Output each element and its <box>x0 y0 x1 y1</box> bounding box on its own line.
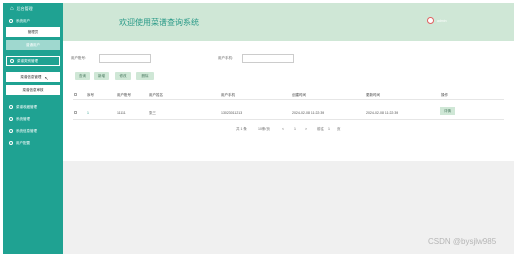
current-page[interactable]: 1 <box>294 127 296 131</box>
sidebar-item-user-config[interactable]: 用户配置 <box>3 137 63 149</box>
sidebar-item-recipe-review[interactable]: 菜谱信息审核 <box>6 85 60 95</box>
settings-icon <box>9 141 13 145</box>
sidebar-item-system-info[interactable]: 系统信息管理 <box>3 125 63 137</box>
sidebar-item-label: 菜谱信息管理 <box>20 74 42 79</box>
page-unit-label: 页 <box>337 127 341 131</box>
sidebar-item-label: 系统用户 <box>16 18 30 23</box>
edit-button[interactable]: 修改 <box>115 72 131 80</box>
sidebar-item-label: 用户配置 <box>16 140 30 145</box>
table-header-index: 序号 <box>87 93 94 97</box>
top-header: 欢迎使用菜谱查询系统 admin <box>63 3 514 41</box>
info-icon <box>9 129 13 133</box>
sidebar-item-favorites[interactable]: 菜谱收藏管理 <box>3 101 63 113</box>
cell-phone: 13023011213 <box>221 111 243 115</box>
home-icon: ⌂ <box>10 6 14 12</box>
next-page-button[interactable]: > <box>305 127 307 131</box>
table-header-name: 用户姓名 <box>149 93 163 97</box>
category-icon <box>10 59 14 63</box>
sidebar-item-label: 菜谱收藏管理 <box>16 104 37 109</box>
sidebar-item-recipe-manage[interactable]: 菜谱信息管理 ↖ <box>6 72 60 82</box>
gear-icon <box>9 117 13 121</box>
page-title: 欢迎使用菜谱查询系统 <box>119 18 199 27</box>
main-content: 用户账号: 用户手机: 查询 新增 修改 删除 序号 用户账号 用户姓名 用户手… <box>63 41 514 161</box>
detail-button[interactable]: 详情 <box>440 107 455 115</box>
prev-page-button[interactable]: < <box>282 127 284 131</box>
cell-name: 张三 <box>149 111 156 115</box>
watermark: CSDN @bysjlw985 <box>428 237 497 246</box>
sidebar-item-label: 系统信息管理 <box>16 128 37 133</box>
avatar[interactable] <box>427 17 434 24</box>
goto-label: 前往 <box>317 127 324 131</box>
phone-filter-input[interactable] <box>242 54 294 63</box>
table-header-divider <box>73 99 504 100</box>
sidebar-item-admin[interactable]: 管理员 <box>6 27 60 37</box>
table-header-updated[interactable]: 更新时间 <box>366 93 380 98</box>
sidebar-item-label: 系统管理 <box>16 116 30 121</box>
sidebar-item-label: 菜谱类别管理 <box>17 58 38 63</box>
goto-page-input[interactable]: 1 <box>328 127 330 131</box>
sidebar-item-system[interactable]: 系统管理 <box>3 113 63 125</box>
page-size-select[interactable]: 10条/页 <box>258 127 270 132</box>
user-name[interactable]: admin <box>437 19 447 23</box>
sidebar-item-category[interactable]: 菜谱类别管理 <box>6 56 60 66</box>
sidebar-item-label: 管理员 <box>27 29 39 34</box>
sidebar: ⌂ 后台管理 系统用户 管理员 普通用户 菜谱类别管理 菜谱信息管理 ↖ 菜谱信… <box>3 3 63 254</box>
sidebar-item-system-users[interactable]: 系统用户 <box>3 15 63 27</box>
cell-created: 2024-02-08 11:22:39 <box>292 111 325 115</box>
phone-filter-label: 用户手机: <box>218 56 233 60</box>
star-icon <box>9 105 13 109</box>
table-header-created[interactable]: 创建时间 <box>292 93 306 98</box>
cell-updated: 2024-02-08 11:22:39 <box>366 111 399 115</box>
sidebar-item-normal-users[interactable]: 普通用户 <box>6 40 60 50</box>
account-filter-input[interactable] <box>99 54 151 63</box>
table-header-actions: 操作 <box>441 93 448 97</box>
pagination-total: 共 1 条 <box>236 127 247 131</box>
sidebar-header: ⌂ 后台管理 <box>3 3 63 15</box>
select-all-checkbox[interactable] <box>74 93 77 96</box>
cell-index: 1 <box>87 111 89 115</box>
account-filter-label: 用户账号: <box>71 56 86 60</box>
add-button[interactable]: 新增 <box>94 72 109 80</box>
table-header-phone: 用户手机 <box>221 93 235 97</box>
table-row-divider <box>73 119 504 120</box>
user-icon <box>9 19 13 23</box>
table-header-account: 用户账号 <box>117 93 131 97</box>
query-button[interactable]: 查询 <box>75 72 90 80</box>
brand-label: 后台管理 <box>16 6 33 11</box>
sidebar-item-label: 菜谱信息审核 <box>22 87 44 92</box>
delete-button[interactable]: 删除 <box>136 72 154 80</box>
row-checkbox[interactable] <box>74 111 77 114</box>
sidebar-item-label: 普通用户 <box>26 42 40 47</box>
cursor-icon: ↖ <box>44 76 49 82</box>
cell-account: 11111 <box>117 111 126 115</box>
